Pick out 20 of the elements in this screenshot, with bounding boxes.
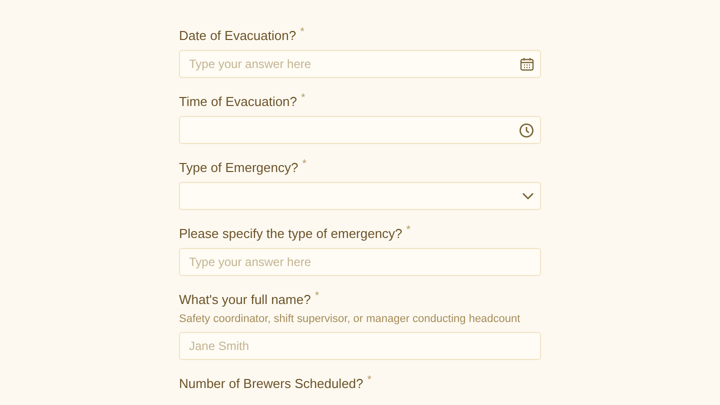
chevron-down-icon[interactable]	[522, 192, 534, 200]
question-label: What's your full name?	[179, 291, 311, 309]
date-field[interactable]: Type your answer here	[179, 50, 541, 78]
required-asterisk: *	[367, 375, 372, 386]
input-field[interactable]: Jane Smith	[179, 332, 541, 360]
question-label: Please specify the type of emergency?	[179, 225, 402, 243]
question-label: Type of Emergency?	[179, 159, 298, 177]
required-asterisk: *	[314, 291, 320, 302]
question-description: Safety coordinator, shift supervisor, or manager conducting headcount	[179, 312, 520, 326]
time-field[interactable]	[179, 116, 541, 144]
question-label: Time of Evacuation?	[179, 93, 298, 111]
required-asterisk: *	[302, 159, 307, 170]
required-asterisk: *	[301, 93, 306, 104]
required-asterisk: *	[300, 27, 304, 38]
input-field[interactable]: Type your answer here	[179, 248, 541, 276]
clock-icon[interactable]	[519, 122, 534, 138]
question-label: Number of Brewers Scheduled?	[179, 375, 364, 393]
calendar-icon[interactable]	[520, 57, 534, 71]
required-asterisk: *	[406, 225, 411, 236]
question-label: Date of Evacuation?	[179, 27, 296, 45]
